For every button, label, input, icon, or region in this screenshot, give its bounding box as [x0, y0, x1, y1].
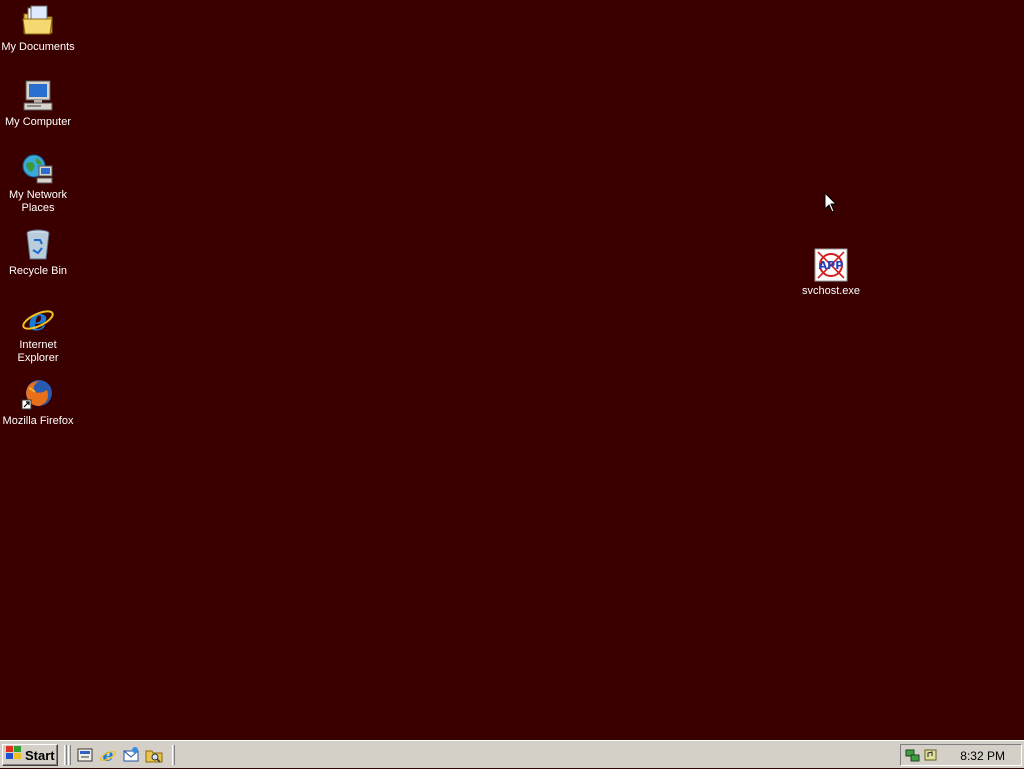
taskbar-grip[interactable] [64, 745, 67, 765]
desktop-icon-label: My Computer [4, 116, 72, 128]
desktop-icon-label: Internet Explorer [17, 339, 59, 364]
recycle-bin-icon [21, 228, 55, 262]
computer-icon [21, 79, 55, 113]
desktop-icon-internet-explorer[interactable]: e Internet Explorer [0, 302, 76, 365]
network-places-icon [21, 152, 55, 186]
start-button[interactable]: Start [2, 744, 58, 766]
internet-explorer-icon[interactable]: e [99, 746, 117, 766]
desktop-icon-my-network-places[interactable]: My Network Places [0, 152, 76, 215]
network-tray-icon[interactable] [905, 747, 921, 763]
desktop-icon-label: My Documents [1, 41, 75, 53]
mouse-cursor-icon [824, 191, 838, 214]
desktop-icon-recycle-bin[interactable]: Recycle Bin [0, 228, 76, 278]
internet-explorer-icon: e [21, 302, 55, 338]
desktop-icon-svchost-exe[interactable]: APP svchost.exe [793, 248, 869, 298]
svchost-exe-icon: APP [814, 248, 848, 282]
taskbar: Start e 8:32 PM [0, 740, 1024, 768]
system-tray: 8:32 PM [900, 744, 1022, 766]
desktop: My Documents My Computer My Network Plac… [0, 0, 1024, 740]
show-desktop-icon[interactable] [76, 746, 94, 764]
explorer-icon[interactable] [145, 746, 163, 764]
folder-documents-icon [21, 4, 55, 38]
taskbar-clock[interactable]: 8:32 PM [960, 749, 1005, 763]
desktop-icon-mozilla-firefox[interactable]: Mozilla Firefox [0, 378, 76, 428]
desktop-icon-label: svchost.exe [801, 285, 861, 297]
desktop-icon-label: Mozilla Firefox [2, 415, 74, 427]
windows-logo-icon [6, 745, 22, 765]
desktop-icon-my-documents[interactable]: My Documents [0, 4, 76, 54]
svg-text:e: e [28, 303, 47, 336]
taskbar-grip[interactable] [172, 745, 175, 765]
desktop-icon-my-computer[interactable]: My Computer [0, 79, 76, 129]
desktop-icon-label: My Network Places [8, 189, 68, 214]
taskbar-grip[interactable] [68, 745, 71, 765]
firefox-icon [21, 378, 55, 412]
start-label: Start [25, 747, 55, 763]
outlook-express-icon[interactable] [122, 746, 140, 764]
svg-text:APP: APP [819, 259, 844, 272]
volume-tray-icon[interactable] [923, 747, 939, 763]
desktop-icon-label: Recycle Bin [8, 265, 68, 277]
